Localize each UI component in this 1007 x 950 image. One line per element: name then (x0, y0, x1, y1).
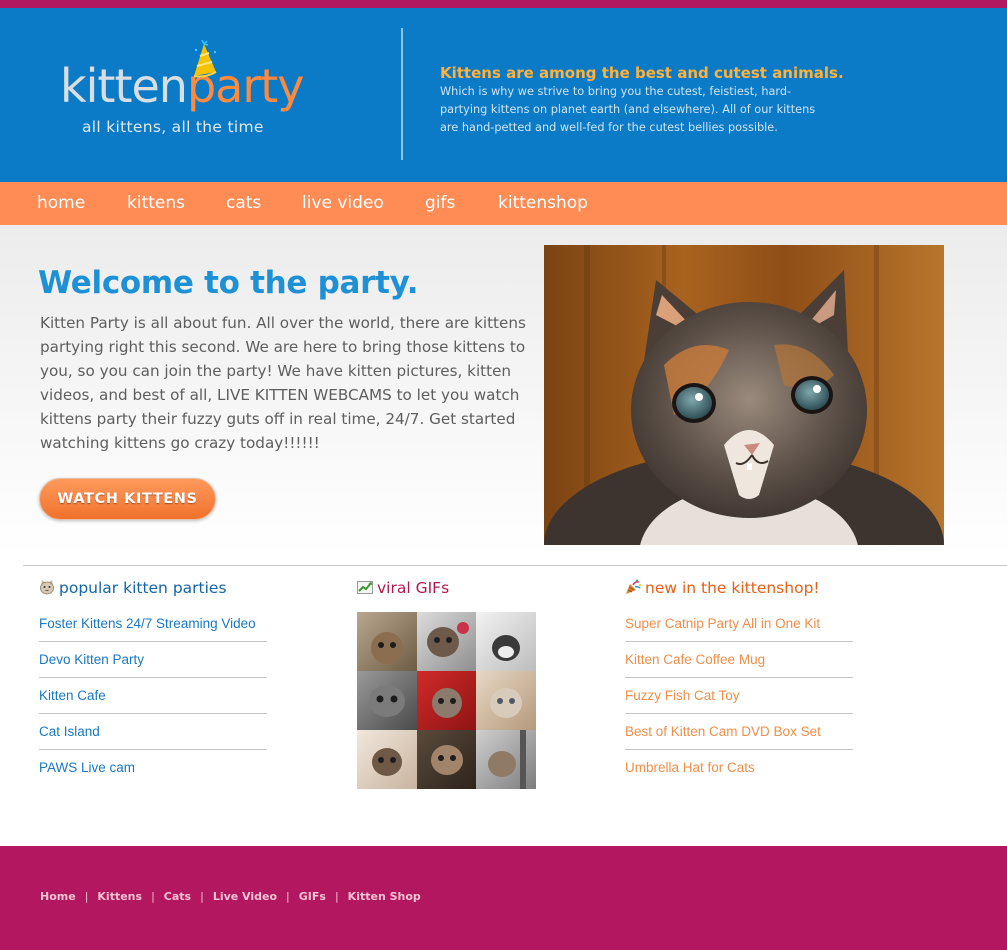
footer-link-kitten-shop[interactable]: Kitten Shop (348, 890, 421, 903)
kittenshop-title: new in the kittenshop! (645, 579, 820, 597)
chart-up-icon (357, 580, 373, 594)
party-hat-icon (193, 40, 217, 78)
shop-link-item[interactable]: Kitten Cafe Coffee Mug (625, 642, 853, 678)
nav-item-live-video[interactable]: live video (302, 182, 384, 225)
footer-link-home[interactable]: Home (40, 890, 76, 903)
shop-link-item[interactable]: Best of Kitten Cam DVD Box Set (625, 714, 853, 750)
kittenshop-heading: new in the kittenshop! (625, 578, 820, 600)
footer-separator: | (200, 890, 204, 903)
shop-link-item[interactable]: Super Catnip Party All in One Kit (625, 606, 853, 642)
cat-face-icon (40, 579, 54, 594)
footer-link-cats[interactable]: Cats (164, 890, 191, 903)
top-accent-strip (0, 0, 1007, 8)
section-divider (23, 565, 1007, 566)
footer-separator: | (334, 890, 339, 903)
party-popper-icon (626, 579, 641, 594)
header-body-text: Which is why we strive to bring you the … (440, 85, 816, 134)
popular-link-item[interactable]: Devo Kitten Party (39, 642, 267, 678)
header-heading: Kittens are among the best and cutest an… (440, 64, 844, 82)
popular-link-item[interactable]: Cat Island (39, 714, 267, 750)
popular-link-item[interactable]: PAWS Live cam (39, 750, 267, 786)
footer-separator: | (84, 890, 89, 903)
nav-item-kittenshop[interactable]: kittenshop (498, 182, 588, 225)
popular-parties-list: Foster Kittens 24/7 Streaming Video Devo… (39, 606, 267, 786)
gif-thumbnail[interactable] (476, 671, 536, 730)
site-logo[interactable]: kittenparty all kittens, all the time (58, 40, 328, 144)
shop-link-item[interactable]: Umbrella Hat for Cats (625, 750, 853, 786)
gif-thumbnail-grid (357, 612, 536, 789)
watch-kittens-button[interactable]: WATCH KITTENS (39, 478, 216, 520)
site-footer: Home | Kittens | Cats | Live Video | GIFs | Kitten… (0, 846, 1007, 950)
gif-thumbnail[interactable] (417, 730, 476, 789)
nav-item-home[interactable]: home (37, 182, 85, 225)
site-header: kittenparty all kittens, all the time Ki… (0, 8, 1007, 182)
footer-link-gifs[interactable]: GIFs (299, 890, 326, 903)
header-divider (401, 28, 403, 160)
hero-title: Welcome to the party. (38, 265, 419, 301)
popular-link-item[interactable]: Kitten Cafe (39, 678, 267, 714)
kitten-photo[interactable] (544, 245, 944, 545)
nav-item-gifs[interactable]: gifs (425, 182, 455, 225)
viral-gifs-heading: viral GIFs (357, 578, 449, 600)
footer-separator: | (286, 890, 290, 903)
popular-parties-heading: popular kitten parties (39, 578, 227, 600)
gif-thumbnail[interactable] (417, 671, 476, 730)
logo-tagline: all kittens, all the time (82, 118, 264, 136)
footer-separator: | (151, 890, 155, 903)
main-nav: home kittens cats live video gifs kitten… (0, 182, 1007, 225)
popular-link-item[interactable]: Foster Kittens 24/7 Streaming Video (39, 606, 267, 642)
nav-item-kittens[interactable]: kittens (127, 182, 185, 225)
viral-gifs-title: viral GIFs (377, 579, 450, 597)
footer-link-live-video[interactable]: Live Video (213, 890, 277, 903)
gif-thumbnail[interactable] (476, 730, 536, 789)
nav-item-cats[interactable]: cats (226, 182, 261, 225)
footer-link-kittens[interactable]: Kittens (97, 890, 142, 903)
logo-wordmark: kittenparty (60, 58, 305, 114)
gif-thumbnail[interactable] (476, 612, 536, 671)
logo-kitten-text: kitten (60, 59, 188, 113)
shop-link-item[interactable]: Fuzzy Fish Cat Toy (625, 678, 853, 714)
header-intro: Kittens are among the best and cutest an… (440, 63, 844, 137)
gif-thumbnail[interactable] (357, 612, 417, 671)
gif-thumbnail[interactable] (417, 612, 476, 671)
footer-nav: Home | Kittens | Cats | Live Video | GIFs | Kitten… (40, 890, 421, 903)
gif-thumbnail[interactable] (357, 730, 417, 789)
kittenshop-list: Super Catnip Party All in One Kit Kitten… (625, 606, 853, 786)
hero-section: Welcome to the party. Kitten Party is al… (0, 225, 1007, 565)
gif-thumbnail[interactable] (357, 671, 417, 730)
hero-description: Kitten Party is all about fun. All over … (40, 314, 526, 452)
popular-parties-title: popular kitten parties (59, 579, 227, 597)
